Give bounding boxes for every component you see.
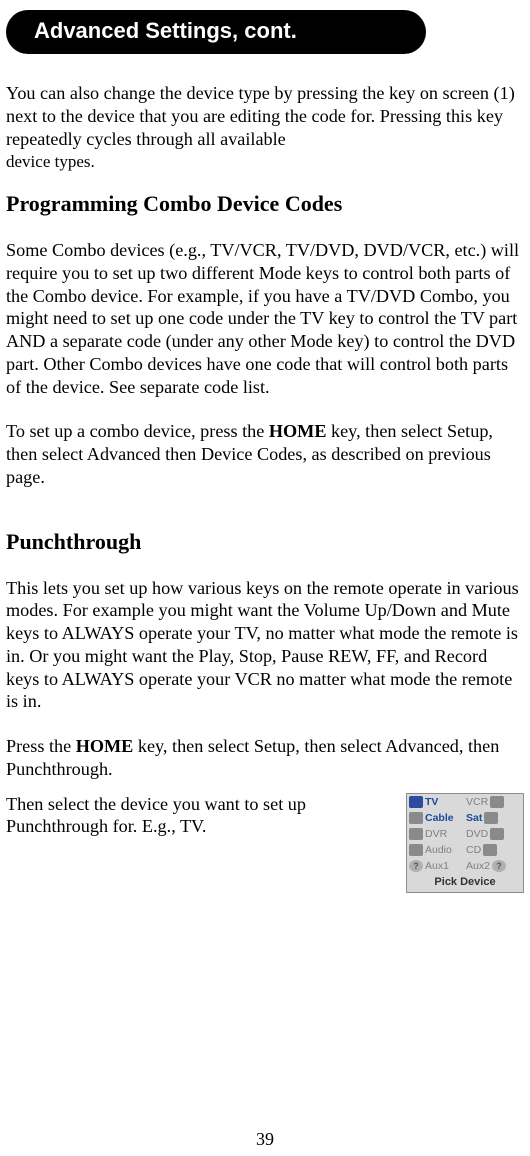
device-grid: TV VCR Cable Sat DVR DVD Audio CD ?Aux1 … [409, 796, 521, 872]
heading-combo-codes: Programming Combo Device Codes [6, 191, 524, 217]
cd-icon [483, 844, 497, 856]
section-header-pill: Advanced Settings, cont. [6, 10, 426, 54]
text: You can also change the device type by p… [6, 83, 515, 149]
device-tv: TV [409, 796, 464, 808]
label: CD [466, 844, 481, 856]
pick-device-panel: TV VCR Cable Sat DVR DVD Audio CD ?Aux1 … [406, 793, 524, 893]
paragraph-device-type: You can also change the device type by p… [6, 82, 524, 173]
text: device types. [6, 152, 95, 171]
paragraph-select-device: Then select the device you want to set u… [6, 793, 398, 839]
vcr-icon [490, 796, 504, 808]
device-cd: CD [466, 844, 521, 856]
label: DVD [466, 828, 488, 840]
label: Sat [466, 812, 482, 824]
dvr-icon [409, 828, 423, 840]
pick-device-label: Pick Device [409, 872, 521, 888]
device-cable: Cable [409, 812, 464, 824]
cable-icon [409, 812, 423, 824]
device-aux2: Aux2? [466, 860, 521, 872]
sat-icon [484, 812, 498, 824]
paragraph-combo-explain: Some Combo devices (e.g., TV/VCR, TV/DVD… [6, 239, 524, 398]
question-icon: ? [492, 860, 506, 872]
audio-icon [409, 844, 423, 856]
page-number: 39 [0, 1129, 530, 1150]
dvd-icon [490, 828, 504, 840]
text: Press the [6, 736, 76, 756]
device-sat: Sat [466, 812, 521, 824]
label: TV [425, 796, 438, 808]
label: VCR [466, 796, 488, 808]
home-key-label: HOME [269, 421, 327, 441]
paragraph-punch-explain: This lets you set up how various keys on… [6, 577, 524, 714]
section-title: Advanced Settings, cont. [34, 18, 297, 43]
paragraph-combo-setup: To set up a combo device, press the HOME… [6, 420, 524, 488]
text: To set up a combo device, press the [6, 421, 269, 441]
label: Aux2 [466, 860, 490, 872]
device-aux1: ?Aux1 [409, 860, 464, 872]
device-dvr: DVR [409, 828, 464, 840]
device-audio: Audio [409, 844, 464, 856]
heading-punchthrough: Punchthrough [6, 529, 524, 555]
label: Cable [425, 812, 454, 824]
home-key-label: HOME [76, 736, 134, 756]
paragraph-punch-nav: Press the HOME key, then select Setup, t… [6, 735, 524, 781]
device-dvd: DVD [466, 828, 521, 840]
label: DVR [425, 828, 447, 840]
label: Audio [425, 844, 452, 856]
figure-row: Then select the device you want to set u… [6, 793, 524, 893]
tv-icon [409, 796, 423, 808]
label: Aux1 [425, 860, 449, 872]
device-vcr: VCR [466, 796, 521, 808]
question-icon: ? [409, 860, 423, 872]
